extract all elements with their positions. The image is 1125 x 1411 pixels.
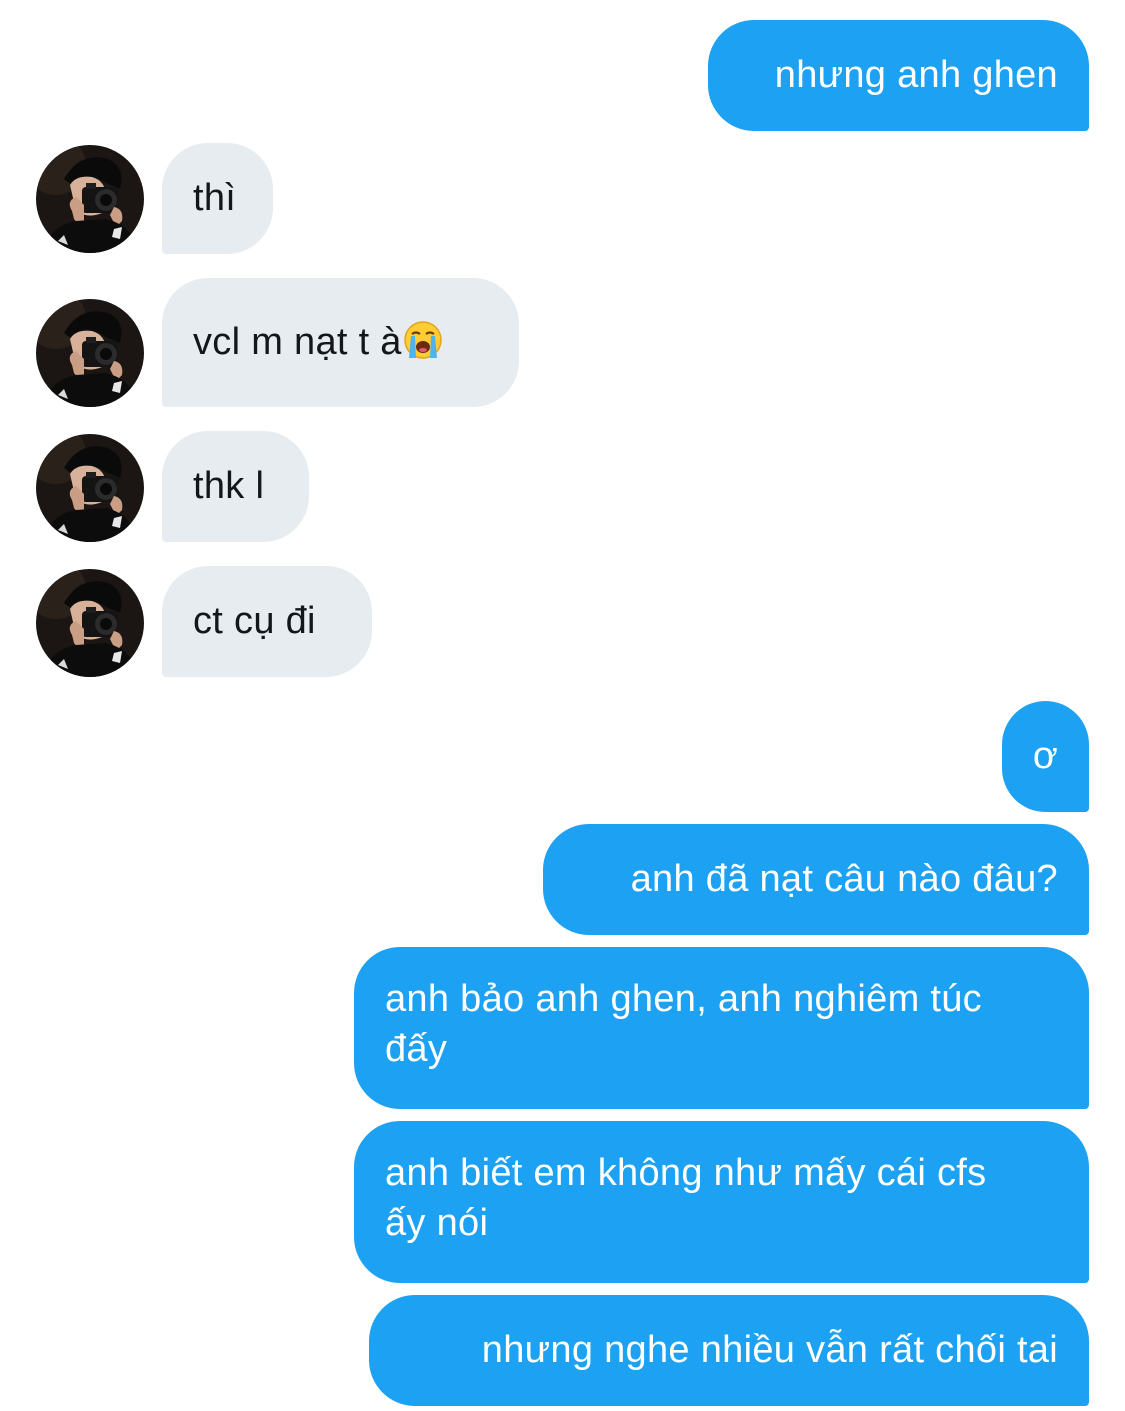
message-bubble-outgoing[interactable]: anh đã nạt câu nào đâu?: [543, 824, 1089, 935]
message-bubble-incoming[interactable]: thk l: [162, 431, 309, 542]
message-text: thì: [193, 177, 237, 219]
message-bubble-outgoing[interactable]: anh bảo anh ghen, anh nghiêm túc đấy: [354, 947, 1089, 1109]
message-text: nhưng anh ghen: [774, 54, 1058, 96]
avatar[interactable]: [36, 145, 144, 253]
message-bubble-incoming[interactable]: thì: [162, 143, 273, 254]
avatar-image: [36, 299, 144, 407]
message-bubble-outgoing[interactable]: ơ: [1002, 701, 1089, 812]
avatar[interactable]: [36, 299, 144, 407]
loudly-crying-face-emoji: [403, 284, 443, 413]
message-text: anh bảo anh ghen, anh nghiêm túc đấy: [385, 978, 982, 1070]
message-text: ơ: [1032, 735, 1059, 777]
message-text: ct cụ đi: [193, 600, 316, 642]
message-text: anh đã nạt câu nào đâu?: [630, 858, 1058, 900]
message-bubble-outgoing[interactable]: nhưng anh ghen: [708, 20, 1089, 131]
message-bubble-incoming[interactable]: ct cụ đi: [162, 566, 372, 677]
avatar-image: [36, 434, 144, 542]
avatar[interactable]: [36, 434, 144, 542]
message-bubble-outgoing[interactable]: anh biết em không như mấy cái cfs ấy nói: [354, 1121, 1089, 1283]
avatar-image: [36, 569, 144, 677]
message-bubble-incoming[interactable]: vcl m nạt t à: [162, 278, 519, 407]
avatar-image: [36, 145, 144, 253]
avatar[interactable]: [36, 569, 144, 677]
message-text: thk l: [193, 465, 265, 507]
message-text: vcl m nạt t à: [193, 321, 402, 363]
message-text: nhưng nghe nhiều vẫn rất chối tai: [481, 1329, 1058, 1371]
message-bubble-outgoing[interactable]: nhưng nghe nhiều vẫn rất chối tai: [369, 1295, 1089, 1406]
message-text: anh biết em không như mấy cái cfs ấy nói: [385, 1152, 987, 1244]
